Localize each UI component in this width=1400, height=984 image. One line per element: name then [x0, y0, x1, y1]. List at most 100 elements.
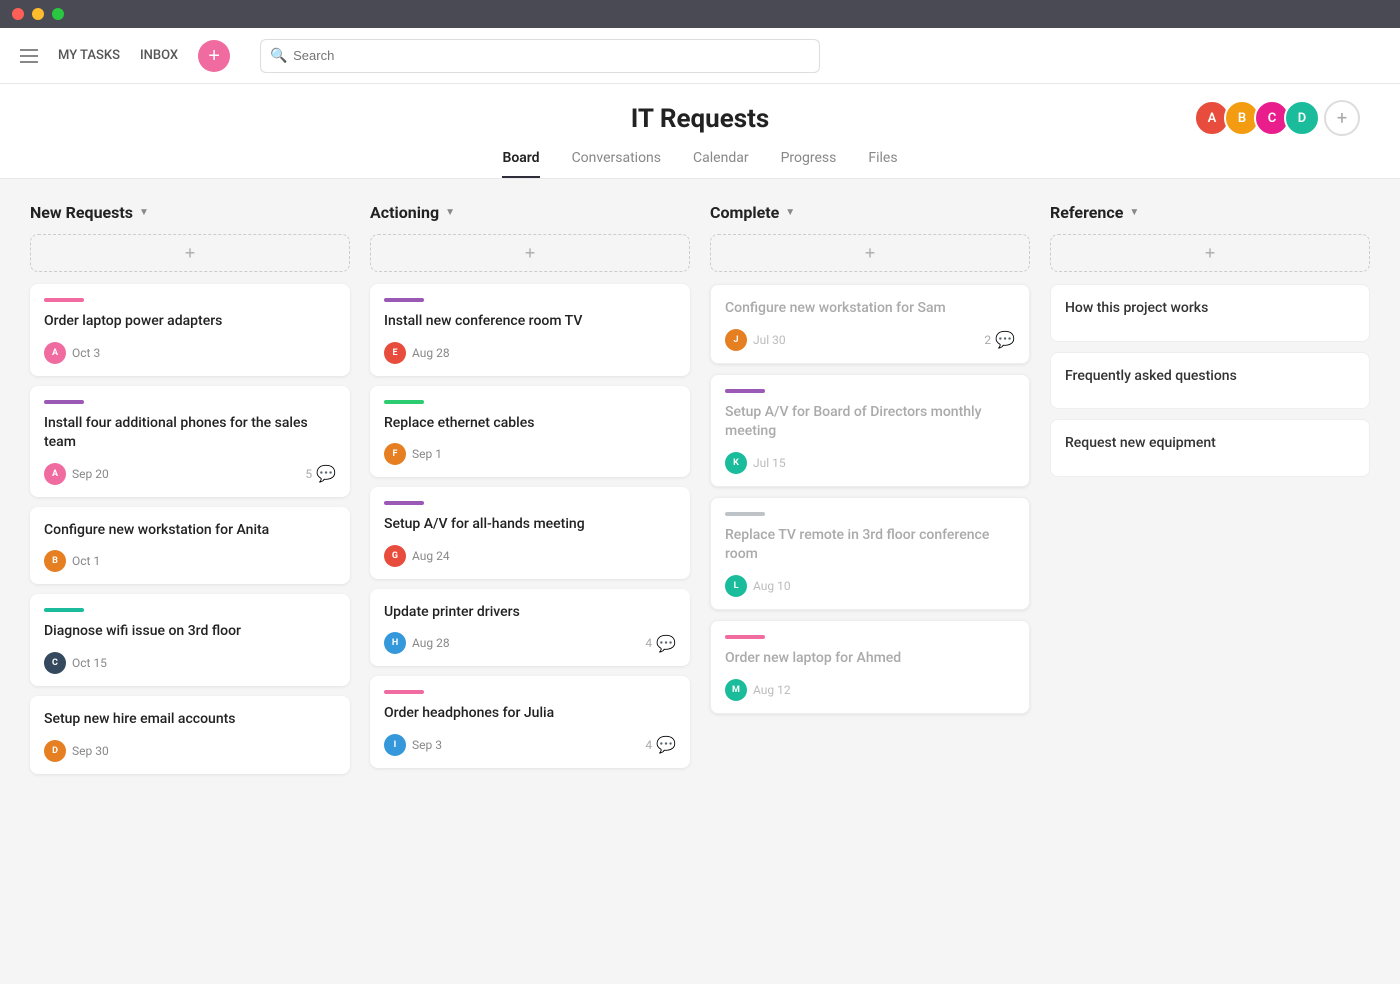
- card-title-rf2: Frequently asked questions: [1065, 367, 1355, 387]
- card-nr3: Configure new workstation for Anita B Oc…: [30, 507, 350, 585]
- card-nr2: Install four additional phones for the s…: [30, 386, 350, 497]
- comment-bubble-cp1: 💬: [995, 330, 1015, 349]
- add-task-actioning[interactable]: +: [370, 234, 690, 272]
- card-comments-ac5: 4 💬: [645, 735, 676, 754]
- card-date-ac2: Sep 1: [412, 447, 442, 461]
- card-title-nr3: Configure new workstation for Anita: [44, 521, 336, 541]
- add-task-complete[interactable]: +: [710, 234, 1030, 272]
- card-nr4: Diagnose wifi issue on 3rd floor C Oct 1…: [30, 594, 350, 686]
- card-ac3: Setup A/V for all-hands meeting G Aug 24: [370, 487, 690, 579]
- card-meta-cp4: M Aug 12: [725, 679, 1015, 701]
- traffic-light-red[interactable]: [12, 8, 24, 20]
- nav-my-tasks[interactable]: MY TASKS: [58, 48, 120, 63]
- column-chevron-reference[interactable]: ▼: [1129, 207, 1139, 218]
- card-date-cp4: Aug 12: [753, 683, 791, 697]
- column-chevron-new-requests[interactable]: ▼: [139, 207, 149, 218]
- card-date-ac3: Aug 24: [412, 549, 450, 563]
- card-nr1: Order laptop power adapters A Oct 3: [30, 284, 350, 376]
- column-actioning: Actioning ▼ + Install new conference roo…: [370, 203, 690, 935]
- comment-bubble-ac4: 💬: [656, 634, 676, 653]
- card-meta-cp2: K Jul 15: [725, 452, 1015, 474]
- traffic-light-yellow[interactable]: [32, 8, 44, 20]
- card-avatar-cp2: K: [725, 452, 747, 474]
- project-header: A B C D + IT Requests Board Conversation…: [0, 84, 1400, 179]
- card-title-rf3: Request new equipment: [1065, 434, 1355, 454]
- card-meta-nr2: A Sep 20 5 💬: [44, 463, 336, 485]
- column-header-complete: Complete ▼: [710, 203, 1030, 222]
- add-task-reference[interactable]: +: [1050, 234, 1370, 272]
- column-title-new-requests: New Requests: [30, 203, 133, 222]
- search-input[interactable]: [260, 39, 820, 73]
- column-new-requests: New Requests ▼ + Order laptop power adap…: [30, 203, 350, 935]
- card-tag-nr2: [44, 400, 84, 404]
- tab-board[interactable]: Board: [502, 150, 539, 178]
- add-task-new-requests[interactable]: +: [30, 234, 350, 272]
- card-title-cp1: Configure new workstation for Sam: [725, 299, 1015, 319]
- tab-calendar[interactable]: Calendar: [693, 150, 749, 178]
- card-avatar-ac2: F: [384, 443, 406, 465]
- search-icon: 🔍: [270, 48, 287, 64]
- card-avatar-ac1: E: [384, 342, 406, 364]
- card-date-nr1: Oct 3: [72, 346, 100, 360]
- tab-files[interactable]: Files: [868, 150, 897, 178]
- card-title-cp4: Order new laptop for Ahmed: [725, 649, 1015, 669]
- card-cp3: Replace TV remote in 3rd floor conferenc…: [710, 497, 1030, 610]
- card-tag-ac2: [384, 400, 424, 404]
- project-tabs: Board Conversations Calendar Progress Fi…: [0, 150, 1400, 178]
- card-tag-ac5: [384, 690, 424, 694]
- card-meta-ac4: H Aug 28 4 💬: [384, 632, 676, 654]
- card-comments-cp1: 2 💬: [984, 330, 1015, 349]
- card-tag-nr4: [44, 608, 84, 612]
- column-chevron-complete[interactable]: ▼: [785, 207, 795, 218]
- card-avatar-cp4: M: [725, 679, 747, 701]
- card-title-rf1: How this project works: [1065, 299, 1355, 319]
- tab-progress[interactable]: Progress: [781, 150, 837, 178]
- comment-count-ac5: 4: [645, 738, 652, 752]
- search-bar: 🔍: [260, 39, 820, 73]
- card-meta-nr3: B Oct 1: [44, 550, 336, 572]
- card-ac4: Update printer drivers H Aug 28 4 💬: [370, 589, 690, 667]
- card-rf1[interactable]: How this project works: [1050, 284, 1370, 342]
- add-member-button[interactable]: +: [1324, 100, 1360, 136]
- card-meta-ac1: E Aug 28: [384, 342, 676, 364]
- card-meta-cp1: J Jul 30 2 💬: [725, 329, 1015, 351]
- card-meta-nr5: D Sep 30: [44, 740, 336, 762]
- card-tag-ac3: [384, 501, 424, 505]
- comment-count-ac4: 4: [645, 636, 652, 650]
- card-tag-cp4: [725, 635, 765, 639]
- column-chevron-actioning[interactable]: ▼: [445, 207, 455, 218]
- card-avatar-ac4: H: [384, 632, 406, 654]
- add-button[interactable]: +: [198, 40, 230, 72]
- card-date-cp2: Jul 15: [753, 456, 786, 470]
- card-title-nr4: Diagnose wifi issue on 3rd floor: [44, 622, 336, 642]
- project-title: IT Requests: [0, 104, 1400, 134]
- column-title-reference: Reference: [1050, 203, 1123, 222]
- traffic-light-green[interactable]: [52, 8, 64, 20]
- title-bar: [0, 0, 1400, 28]
- card-avatar-ac5: I: [384, 734, 406, 756]
- card-title-nr5: Setup new hire email accounts: [44, 710, 336, 730]
- card-ac2: Replace ethernet cables F Sep 1: [370, 386, 690, 478]
- card-tag-cp3: [725, 512, 765, 516]
- card-cp4: Order new laptop for Ahmed M Aug 12: [710, 620, 1030, 714]
- card-rf3[interactable]: Request new equipment: [1050, 419, 1370, 477]
- card-title-ac4: Update printer drivers: [384, 603, 676, 623]
- card-ac5: Order headphones for Julia I Sep 3 4 💬: [370, 676, 690, 768]
- card-avatar-ac3: G: [384, 545, 406, 567]
- card-date-cp1: Jul 30: [753, 333, 786, 347]
- card-cp2: Setup A/V for Board of Directors monthly…: [710, 374, 1030, 487]
- card-date-cp3: Aug 10: [753, 579, 791, 593]
- card-avatar-nr3: B: [44, 550, 66, 572]
- hamburger-icon[interactable]: [20, 49, 38, 63]
- app-chrome: MY TASKS INBOX + 🔍: [0, 28, 1400, 84]
- card-rf2[interactable]: Frequently asked questions: [1050, 352, 1370, 410]
- card-title-cp2: Setup A/V for Board of Directors monthly…: [725, 403, 1015, 442]
- nav-inbox[interactable]: INBOX: [140, 48, 178, 63]
- card-date-nr2: Sep 20: [72, 467, 109, 481]
- comment-count-nr2: 5: [305, 467, 312, 481]
- member-avatars: A B C D +: [1200, 100, 1360, 136]
- tab-conversations[interactable]: Conversations: [572, 150, 661, 178]
- card-cp1: Configure new workstation for Sam J Jul …: [710, 284, 1030, 364]
- card-title-ac1: Install new conference room TV: [384, 312, 676, 332]
- card-meta-cp3: L Aug 10: [725, 575, 1015, 597]
